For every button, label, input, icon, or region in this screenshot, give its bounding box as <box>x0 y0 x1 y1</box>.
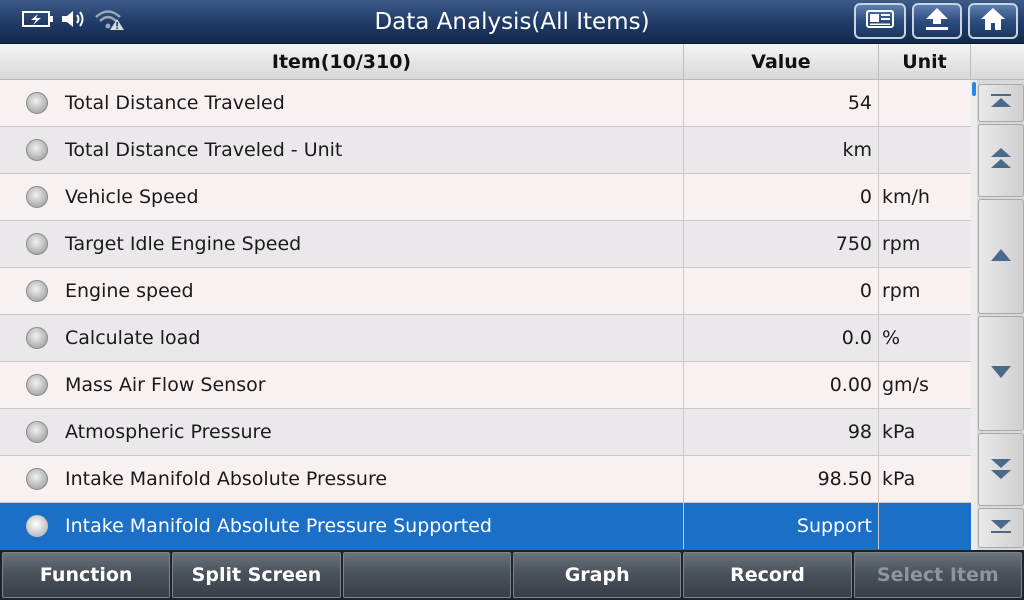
table-row[interactable]: Atmospheric Pressure 98 kPa <box>0 409 971 456</box>
cell-value: Support <box>684 503 879 549</box>
nav-buttons <box>854 3 1018 39</box>
line-down-button[interactable] <box>978 316 1024 431</box>
table-row[interactable]: Total Distance Traveled 54 <box>0 80 971 127</box>
cell-value: 98.50 <box>684 456 879 502</box>
line-up-button[interactable] <box>978 199 1024 314</box>
back-arrow-icon <box>923 6 951 36</box>
cell-item: Intake Manifold Absolute Pressure <box>0 456 684 502</box>
data-list: Total Distance Traveled 54 Total Distance … <box>0 80 971 550</box>
row-radio[interactable] <box>26 139 48 161</box>
cell-unit: rpm <box>882 280 921 302</box>
cell-unit: gm/s <box>882 374 929 396</box>
select-item-button: Select Item <box>853 552 1022 598</box>
screenshot-button[interactable] <box>854 3 906 39</box>
cell-unit <box>879 503 971 549</box>
page-up-button[interactable] <box>978 124 1024 197</box>
bottom-toolbar: Function Split Screen Graph Record Selec… <box>0 550 1024 600</box>
item-label: Total Distance Traveled - Unit <box>65 139 343 161</box>
scroll-top-icon <box>989 93 1013 113</box>
cell-unit: kPa <box>882 468 916 490</box>
table-row[interactable]: Intake Manifold Absolute Pressure Suppor… <box>0 503 971 550</box>
cell-item: Vehicle Speed <box>0 174 684 220</box>
screenshot-icon <box>865 8 895 34</box>
page-down-button[interactable] <box>978 433 1024 506</box>
item-label: Engine speed <box>65 280 194 302</box>
scroll-bottom-button[interactable] <box>978 508 1024 548</box>
line-up-icon <box>989 247 1013 267</box>
row-radio[interactable] <box>26 327 48 349</box>
cell-value: 0 <box>684 268 879 314</box>
row-radio[interactable] <box>26 374 48 396</box>
scrollbar[interactable] <box>971 80 977 550</box>
row-radio[interactable] <box>26 468 48 490</box>
item-label: Total Distance Traveled <box>65 92 285 114</box>
back-button[interactable] <box>912 3 962 39</box>
item-label: Target Idle Engine Speed <box>65 233 302 255</box>
header-item: Item(10/310) <box>0 44 684 79</box>
cell-value: 0.0 <box>684 315 879 361</box>
item-label: Mass Air Flow Sensor <box>65 374 266 396</box>
scroll-bottom-icon <box>989 518 1013 538</box>
cell-item: Engine speed <box>0 268 684 314</box>
split-screen-button[interactable]: Split Screen <box>172 552 341 598</box>
header-unit: Unit <box>879 44 971 79</box>
cell-item: Calculate load <box>0 315 684 361</box>
table-row[interactable]: Target Idle Engine Speed 750 rpm <box>0 221 971 268</box>
row-radio[interactable] <box>26 515 48 537</box>
table-row[interactable]: Calculate load 0.0% <box>0 315 971 362</box>
home-icon <box>979 6 1007 36</box>
blank-button[interactable] <box>342 552 511 598</box>
line-down-icon <box>989 364 1013 384</box>
item-label: Atmospheric Pressure <box>65 421 272 443</box>
table-row[interactable]: Total Distance Traveled - Unit km <box>0 127 971 174</box>
page-down-icon <box>989 456 1013 484</box>
cell-unit: rpm <box>882 233 921 255</box>
item-label: Calculate load <box>65 327 201 349</box>
cell-item: Target Idle Engine Speed <box>0 221 684 267</box>
cell-unit <box>879 80 971 126</box>
title-bar: Data Analysis(All Items) <box>0 0 1024 44</box>
cell-unit: kPa <box>882 421 916 443</box>
row-radio[interactable] <box>26 186 48 208</box>
cell-value: 54 <box>684 80 879 126</box>
item-label: Intake Manifold Absolute Pressure <box>65 468 388 490</box>
cell-item: Total Distance Traveled - Unit <box>0 127 684 173</box>
cell-unit: % <box>882 327 901 349</box>
cell-unit <box>879 127 971 173</box>
scrollbar-thumb[interactable] <box>972 82 976 96</box>
cell-value: 0 <box>684 174 879 220</box>
cell-item: Mass Air Flow Sensor <box>0 362 684 408</box>
cell-item: Intake Manifold Absolute Pressure Suppor… <box>0 503 684 549</box>
cell-value: 98 <box>684 409 879 455</box>
cell-value: 0.00 <box>684 362 879 408</box>
cell-unit: km/h <box>882 186 930 208</box>
cell-value: km <box>684 127 879 173</box>
header-value: Value <box>684 44 879 79</box>
row-radio[interactable] <box>26 421 48 443</box>
table-row[interactable]: Mass Air Flow Sensor 0.00 gm/s <box>0 362 971 409</box>
table-row[interactable]: Vehicle Speed 0 km/h <box>0 174 971 221</box>
table-header: Item(10/310) Value Unit <box>0 44 1024 80</box>
row-radio[interactable] <box>26 233 48 255</box>
record-button[interactable]: Record <box>683 552 852 598</box>
scroll-top-button[interactable] <box>978 84 1024 122</box>
table-row[interactable]: Engine speed 0 rpm <box>0 268 971 315</box>
graph-button[interactable]: Graph <box>512 552 682 598</box>
function-button[interactable]: Function <box>2 552 171 598</box>
item-label: Vehicle Speed <box>65 186 199 208</box>
item-label: Intake Manifold Absolute Pressure Suppor… <box>65 515 492 537</box>
page-up-icon <box>989 147 1013 175</box>
header-spacer <box>971 44 1024 79</box>
cell-item: Atmospheric Pressure <box>0 409 684 455</box>
row-radio[interactable] <box>26 92 48 114</box>
cell-item: Total Distance Traveled <box>0 80 684 126</box>
table-row[interactable]: Intake Manifold Absolute Pressure 98.50 kP… <box>0 456 971 503</box>
scroll-controls <box>971 80 1024 550</box>
cell-value: 750 <box>684 221 879 267</box>
home-button[interactable] <box>968 3 1018 39</box>
row-radio[interactable] <box>26 280 48 302</box>
